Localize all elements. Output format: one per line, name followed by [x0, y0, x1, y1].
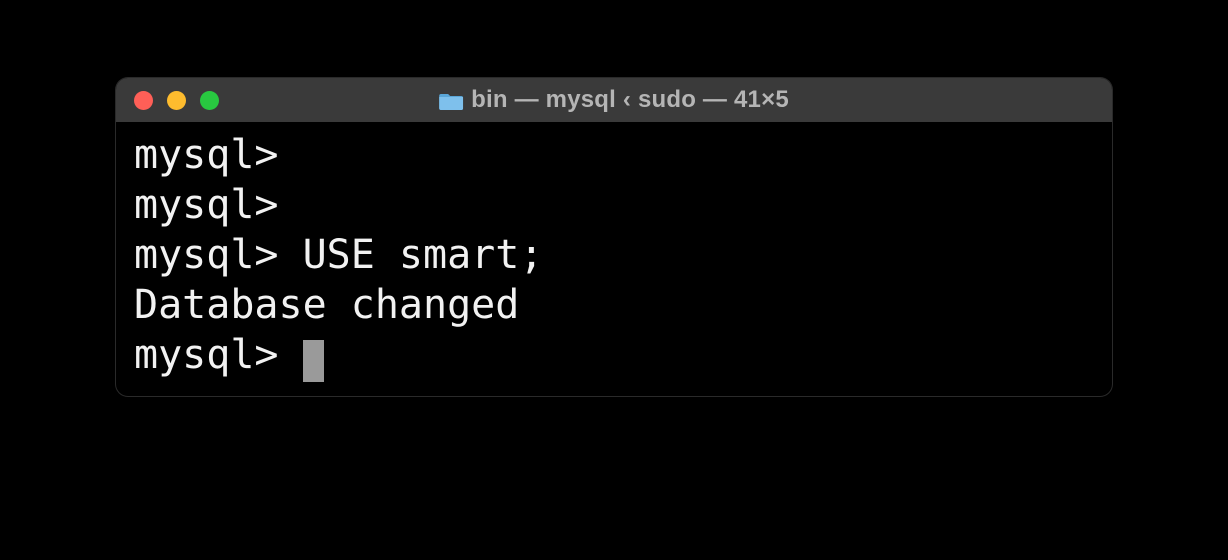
- title-bar: bin — mysql ‹ sudo — 41×5: [116, 78, 1112, 122]
- terminal-line: Database changed: [134, 280, 1094, 330]
- terminal-line: mysql> USE smart;: [134, 230, 1094, 280]
- terminal-prompt-line: mysql>: [134, 330, 1094, 380]
- terminal-window: bin — mysql ‹ sudo — 41×5 mysql>mysql>my…: [116, 78, 1112, 396]
- window-controls: [134, 91, 219, 110]
- folder-icon: [439, 90, 463, 110]
- window-title-group: bin — mysql ‹ sudo — 41×5: [439, 86, 789, 114]
- maximize-button[interactable]: [200, 91, 219, 110]
- terminal-body[interactable]: mysql>mysql>mysql> USE smart;Database ch…: [116, 122, 1112, 396]
- terminal-prompt: mysql>: [134, 332, 303, 378]
- minimize-button[interactable]: [167, 91, 186, 110]
- window-title: bin — mysql ‹ sudo — 41×5: [471, 86, 789, 114]
- terminal-line: mysql>: [134, 180, 1094, 230]
- cursor: [303, 340, 324, 382]
- close-button[interactable]: [134, 91, 153, 110]
- terminal-line: mysql>: [134, 130, 1094, 180]
